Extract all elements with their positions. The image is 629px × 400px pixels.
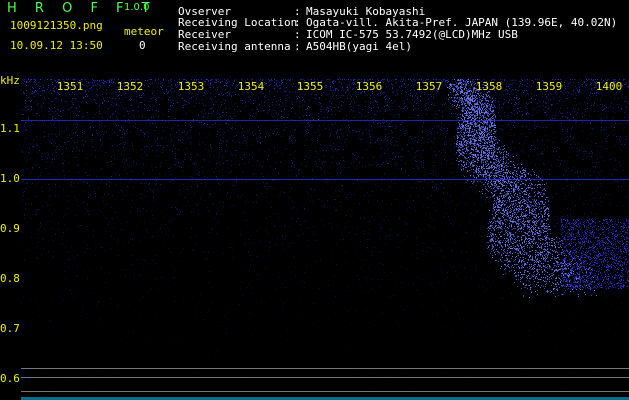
antenna-value: A504HB(yagi 4el)	[306, 40, 412, 53]
reference-line	[21, 179, 629, 180]
x-tick-label: 1355	[296, 80, 324, 93]
meteor-count: 0	[139, 39, 146, 52]
x-tick-label: 1351	[56, 80, 84, 93]
bottom-gridline	[21, 368, 629, 369]
y-axis-unit: kHz	[0, 74, 20, 87]
x-tick-label: 1357	[415, 80, 443, 93]
meteor-label: meteor	[124, 25, 164, 38]
y-tick-label: 1.1	[0, 122, 20, 135]
noise-texture	[21, 79, 629, 379]
reference-line	[21, 120, 629, 121]
y-tick-label: 0.6	[0, 372, 20, 385]
bottom-gridline	[21, 377, 629, 378]
antenna-label: Receiving antenna	[178, 40, 291, 53]
spectrogram-canvas	[21, 79, 629, 400]
x-tick-label: 1352	[116, 80, 144, 93]
x-tick-label: 1358	[475, 80, 503, 93]
app-version: 1.0.0	[124, 2, 150, 13]
x-tick-label: 1353	[177, 80, 205, 93]
y-tick-label: 1.0	[0, 172, 20, 185]
spectrogram-panel	[21, 79, 629, 400]
x-tick-label: 1359	[535, 80, 563, 93]
y-tick-label: 0.8	[0, 272, 20, 285]
datetime-label: 10.09.12 13:50	[10, 39, 103, 52]
x-tick-label: 1354	[237, 80, 265, 93]
y-tick-label: 0.9	[0, 222, 20, 235]
bottom-gridline	[21, 391, 629, 392]
x-tick-label: 1400	[595, 80, 623, 93]
y-tick-label: 0.7	[0, 322, 20, 335]
filename-label: 1009121350.png	[10, 19, 103, 32]
antenna-separator: :	[294, 40, 301, 53]
x-tick-label: 1356	[355, 80, 383, 93]
